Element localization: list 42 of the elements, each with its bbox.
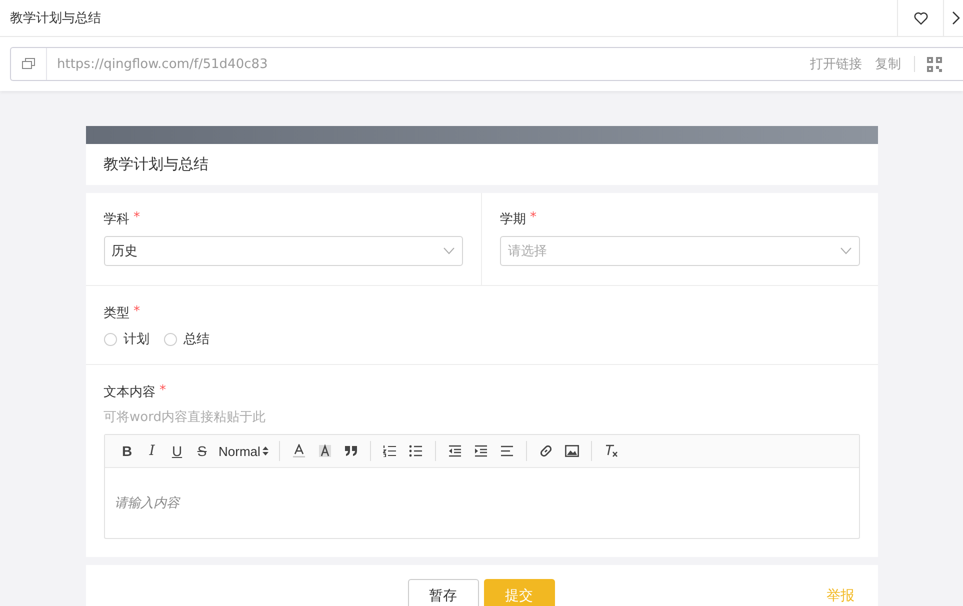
quote-icon[interactable]	[344, 445, 358, 457]
radio-button[interactable]	[164, 332, 176, 346]
field-label: 学科	[104, 211, 130, 228]
heart-icon	[914, 12, 928, 24]
radio-option[interactable]: 计划	[104, 330, 150, 348]
chevron-down-icon	[443, 247, 455, 255]
indent-icon[interactable]	[474, 445, 488, 457]
bullet-list-icon[interactable]	[409, 445, 424, 457]
text-editor[interactable]: 请输入内容	[104, 468, 858, 538]
clear-format-icon[interactable]	[604, 444, 620, 458]
chevron-down-icon	[840, 247, 852, 255]
copy-icon	[22, 58, 35, 70]
radio-option[interactable]: 总结	[164, 330, 210, 348]
field-label: 学期	[500, 211, 526, 228]
required-mark: *	[134, 210, 140, 227]
form-title: 教学计划与总结	[104, 155, 208, 174]
font-color-icon[interactable]	[292, 444, 306, 458]
field-label: 文本内容	[104, 384, 156, 401]
radio-button[interactable]	[104, 332, 116, 346]
required-mark: *	[160, 383, 166, 400]
field-hint: 可将word内容直接粘贴于此	[104, 409, 266, 426]
image-icon[interactable]	[565, 445, 580, 457]
strike-button[interactable]: S	[190, 443, 214, 459]
required-mark: *	[530, 210, 536, 227]
save-draft-button[interactable]: 暂存	[408, 579, 478, 606]
heading-dropdown[interactable]: Normal	[214, 444, 274, 458]
link-icon[interactable]	[539, 444, 554, 458]
required-mark: *	[134, 304, 140, 321]
sort-arrows-icon	[262, 446, 270, 456]
url-text: https://qingflow.com/f/51d40c83	[56, 56, 269, 72]
close-button[interactable]	[943, 0, 963, 36]
field-label: 类型	[104, 305, 130, 322]
outdent-icon[interactable]	[448, 445, 462, 457]
select-field[interactable]: 历史	[104, 236, 463, 266]
underline-button[interactable]: U	[164, 443, 190, 459]
italic-button[interactable]: I	[140, 443, 164, 459]
qr-code-icon[interactable]	[927, 56, 942, 72]
numbered-list-icon[interactable]	[383, 445, 398, 457]
align-left-icon[interactable]	[500, 445, 514, 457]
bold-button[interactable]: B	[114, 443, 140, 459]
window-title: 教学计划与总结	[9, 10, 102, 27]
background-color-icon[interactable]	[318, 444, 332, 458]
